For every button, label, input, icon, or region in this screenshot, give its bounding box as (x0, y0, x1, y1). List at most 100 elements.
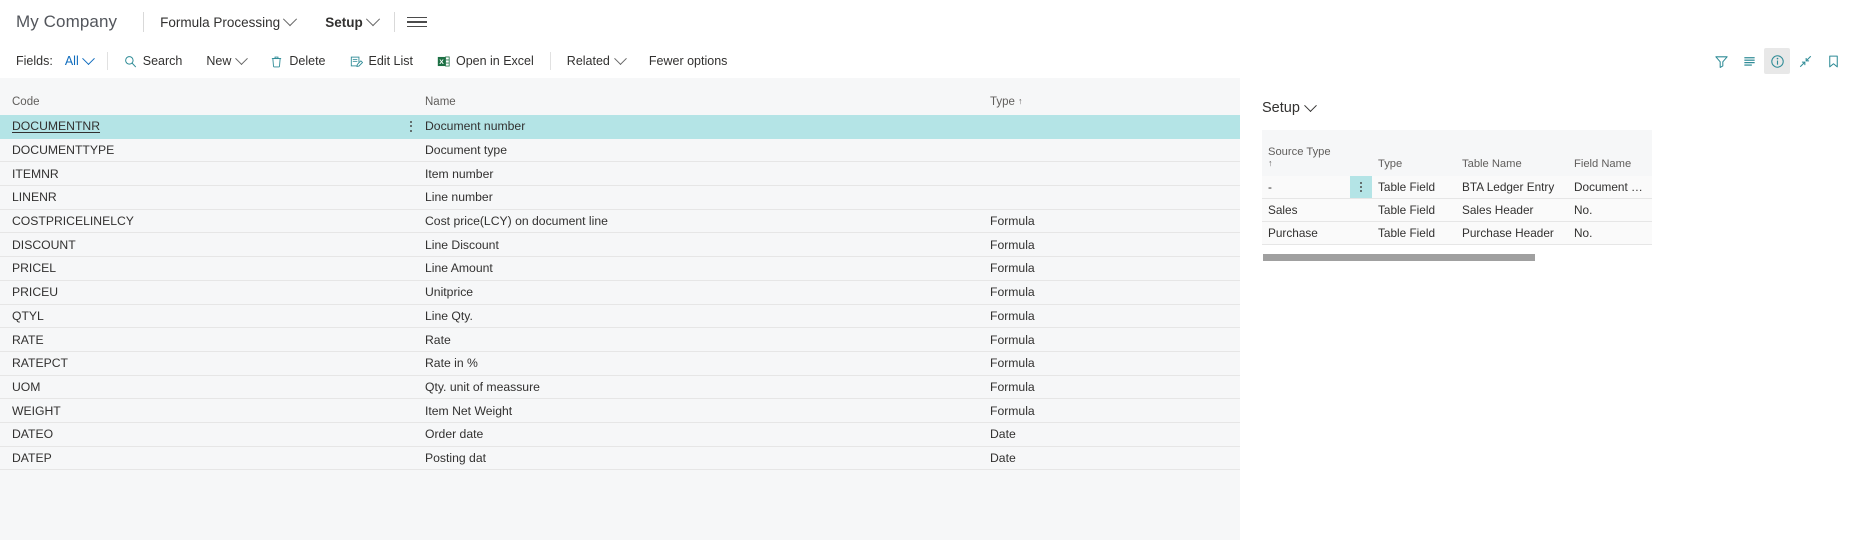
table-row[interactable]: WEIGHT Item Net Weight Formula (0, 398, 1240, 423)
row-actions-cell[interactable] (1350, 176, 1372, 199)
row-actions-cell[interactable] (397, 422, 425, 447)
cell-name[interactable]: Posting dat (425, 446, 990, 471)
table-row[interactable]: UOM Qty. unit of meassure Formula (0, 375, 1240, 400)
table-row[interactable]: RATEPCT Rate in % Formula (0, 351, 1240, 376)
cell-name[interactable]: Line Qty. (425, 304, 990, 329)
row-actions-cell[interactable] (397, 161, 425, 187)
table-row[interactable]: DATEP Posting dat Date (0, 446, 1240, 471)
cell-type[interactable] (990, 115, 1240, 139)
cell-name[interactable]: Cost price(LCY) on document line (425, 209, 990, 234)
cell-code[interactable]: PRICEU (0, 280, 397, 305)
search-button[interactable]: Search (122, 51, 185, 71)
row-actions-cell[interactable] (397, 185, 425, 210)
setup-cell-source-type[interactable]: - (1262, 176, 1350, 199)
cell-name[interactable]: Line Amount (425, 256, 990, 281)
table-row[interactable]: PRICEU Unitprice Formula (0, 280, 1240, 305)
hamburger-menu-icon[interactable] (406, 16, 427, 28)
setup-cell-source-type[interactable]: Sales (1262, 198, 1350, 222)
setup-column-header-type[interactable]: Type (1372, 130, 1456, 176)
cell-type[interactable]: Formula (990, 327, 1240, 352)
cell-name[interactable]: Rate (425, 327, 990, 352)
table-row[interactable]: RATE Rate Formula (0, 327, 1240, 352)
setup-cell-type[interactable]: Table Field (1372, 176, 1456, 199)
row-actions-cell[interactable] (397, 304, 425, 329)
row-options-icon[interactable] (397, 115, 425, 137)
setup-cell-table-name[interactable]: Purchase Header (1456, 221, 1568, 245)
cell-type[interactable]: Formula (990, 280, 1240, 305)
cell-code[interactable]: DOCUMENTNR (0, 115, 397, 139)
cell-code[interactable]: LINENR (0, 185, 397, 210)
setup-column-header-table-name[interactable]: Table Name (1456, 130, 1568, 176)
table-row[interactable]: COSTPRICELINELCY Cost price(LCY) on docum… (0, 209, 1240, 234)
cell-code[interactable]: RATEPCT (0, 351, 397, 376)
setup-cell-table-name[interactable]: BTA Ledger Entry (1456, 176, 1568, 199)
row-actions-cell[interactable] (397, 327, 425, 352)
cell-code[interactable]: DISCOUNT (0, 232, 397, 258)
row-actions-cell[interactable] (397, 138, 425, 163)
row-options-icon[interactable] (1350, 176, 1372, 198)
fewer-options-button[interactable]: Fewer options (647, 51, 730, 71)
cell-type[interactable]: Formula (990, 375, 1240, 400)
cell-name[interactable]: Line number (425, 185, 990, 210)
filter-button[interactable] (1708, 48, 1734, 74)
row-actions-cell[interactable] (397, 256, 425, 281)
cell-name[interactable]: Item number (425, 161, 990, 187)
cell-type[interactable]: Date (990, 446, 1240, 471)
column-header-code[interactable]: Code (0, 78, 397, 115)
cell-type[interactable] (990, 161, 1240, 187)
cell-type[interactable]: Formula (990, 304, 1240, 329)
delete-button[interactable]: Delete (268, 51, 327, 71)
cell-name[interactable]: Document number (425, 115, 990, 139)
setup-cell-table-name[interactable]: Sales Header (1456, 198, 1568, 222)
row-actions-cell[interactable] (397, 351, 425, 376)
cell-code[interactable]: QTYL (0, 304, 397, 329)
cell-name[interactable]: Order date (425, 422, 990, 447)
row-actions-cell[interactable] (397, 115, 425, 139)
cell-code[interactable]: DATEO (0, 422, 397, 447)
table-row[interactable]: LINENR Line number (0, 185, 1240, 210)
row-actions-cell[interactable] (397, 398, 425, 423)
new-button[interactable]: New (204, 51, 249, 71)
cell-type[interactable]: Date (990, 422, 1240, 447)
cell-code[interactable]: UOM (0, 375, 397, 400)
setup-panel-title[interactable]: Setup (1262, 98, 1862, 116)
column-header-type[interactable]: Type ↑ (990, 78, 1240, 115)
edit-list-button[interactable]: Edit List (348, 51, 415, 71)
cell-name[interactable]: Unitprice (425, 280, 990, 305)
bookmark-button[interactable] (1820, 48, 1846, 74)
nav-item-setup[interactable]: Setup (321, 11, 382, 34)
cell-name[interactable]: Line Discount (425, 232, 990, 258)
setup-column-header-source-type[interactable]: Source Type ↑ (1262, 130, 1350, 176)
row-actions-cell[interactable] (397, 209, 425, 234)
cell-type[interactable]: Formula (990, 232, 1240, 258)
row-actions-cell[interactable] (397, 280, 425, 305)
table-row[interactable]: DISCOUNT Line Discount Formula (0, 232, 1240, 258)
open-in-excel-button[interactable]: X Open in Excel (435, 51, 536, 71)
table-row[interactable]: ITEMNR Item number (0, 161, 1240, 187)
cell-name[interactable]: Document type (425, 138, 990, 163)
table-row[interactable]: DOCUMENTTYPE Document type (0, 138, 1240, 163)
cell-code[interactable]: RATE (0, 327, 397, 352)
setup-column-header-field-name[interactable]: Field Name (1568, 130, 1652, 176)
cell-name[interactable]: Rate in % (425, 351, 990, 376)
related-button[interactable]: Related (565, 51, 627, 71)
cell-code[interactable]: DATEP (0, 446, 397, 471)
setup-table-row[interactable]: - Table Field BTA Ledger Entry Document No (1262, 176, 1652, 199)
cell-type[interactable]: Formula (990, 209, 1240, 234)
row-actions-cell[interactable] (397, 446, 425, 471)
setup-table-row[interactable]: Purchase Table Field Purchase Header No. (1262, 221, 1652, 245)
cell-code[interactable]: PRICEL (0, 256, 397, 281)
cell-type[interactable] (990, 185, 1240, 210)
info-button[interactable] (1764, 48, 1790, 74)
setup-horizontal-scrollbar[interactable] (1263, 254, 1535, 261)
setup-table-row[interactable]: Sales Table Field Sales Header No. (1262, 198, 1652, 222)
cell-code[interactable]: DOCUMENTTYPE (0, 138, 397, 163)
cell-name[interactable]: Item Net Weight (425, 398, 990, 423)
cell-type[interactable] (990, 138, 1240, 163)
collapse-button[interactable] (1792, 48, 1818, 74)
setup-cell-field-name[interactable]: No. (1568, 198, 1652, 222)
row-actions-cell[interactable] (397, 232, 425, 258)
setup-cell-source-type[interactable]: Purchase (1262, 221, 1350, 245)
table-row[interactable]: DATEO Order date Date (0, 422, 1240, 447)
row-actions-cell[interactable] (1350, 221, 1372, 245)
